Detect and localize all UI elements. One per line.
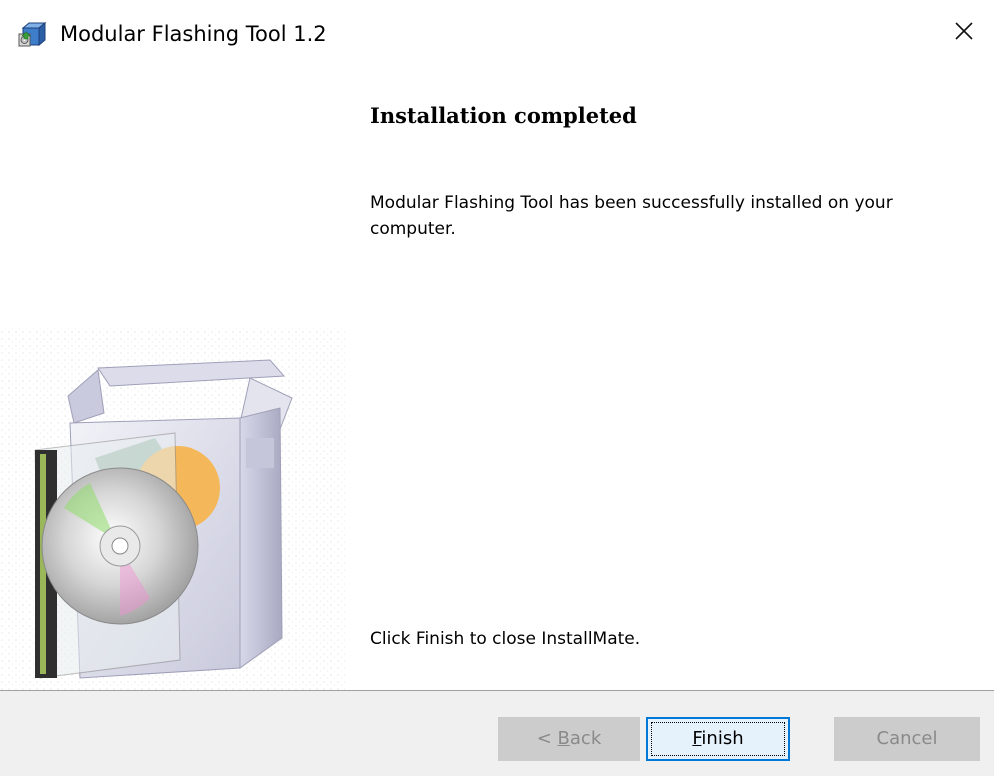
title-bar: Modular Flashing Tool 1.2 <box>0 0 994 78</box>
software-box-cd-illustration <box>0 78 345 690</box>
close-icon <box>954 21 974 45</box>
installer-box-icon <box>18 20 47 48</box>
window-title: Modular Flashing Tool 1.2 <box>60 22 327 46</box>
focus-rectangle <box>651 722 785 756</box>
back-button-accel: B <box>557 728 570 749</box>
back-button[interactable]: < Back <box>498 717 640 761</box>
installer-window: Modular Flashing Tool 1.2 Installation c… <box>0 0 994 776</box>
back-button-prefix: < <box>536 728 558 749</box>
finish-instruction: Click Finish to close InstallMate. <box>370 629 641 649</box>
page-heading: Installation completed <box>370 103 637 128</box>
finish-button[interactable]: Finish <box>646 717 790 761</box>
success-message: Modular Flashing Tool has been successfu… <box>370 193 893 239</box>
cancel-button[interactable]: Cancel <box>834 717 980 761</box>
back-button-rest: ack <box>569 728 602 749</box>
close-button[interactable] <box>934 0 994 66</box>
